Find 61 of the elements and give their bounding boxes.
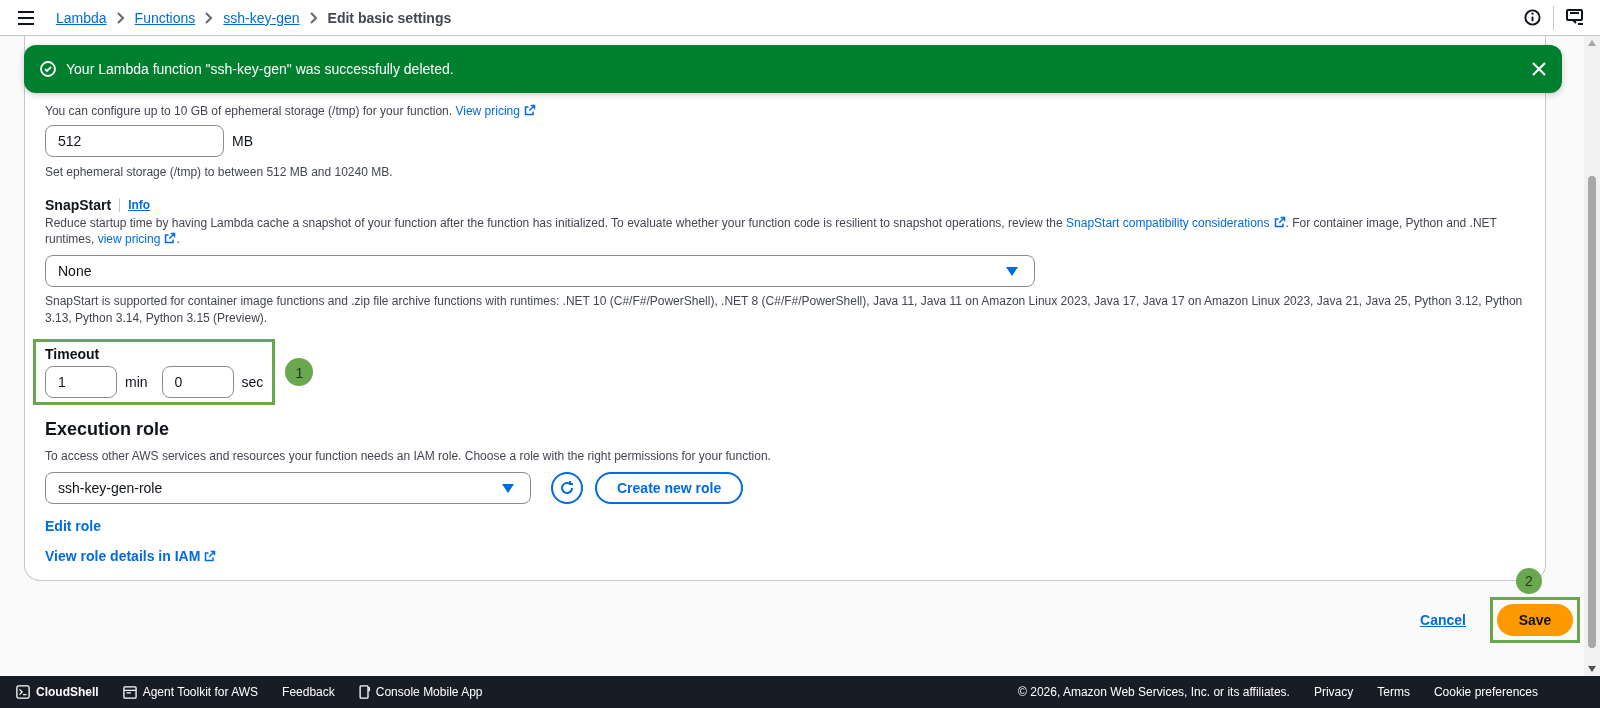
link[interactable]: view pricing (97, 232, 177, 246)
chevron-right-icon (309, 11, 318, 24)
external-link-icon (1273, 216, 1286, 228)
info-icon[interactable] (1524, 9, 1541, 26)
footer-link[interactable]: Cookie preferences (1433, 685, 1538, 699)
cancel-link[interactable]: Cancel (1420, 612, 1466, 628)
edit-role-link[interactable]: Edit role (45, 518, 101, 534)
link[interactable]: SnapStart compatibility considerations (1066, 216, 1286, 230)
step-badge: 1 (285, 358, 314, 386)
footer-link[interactable]: Feedback (282, 685, 335, 699)
save-button[interactable]: Save (1497, 604, 1573, 636)
unit-label: min (125, 374, 148, 390)
create-role-button[interactable]: Create new role (595, 472, 744, 504)
copyright-text: © 2026, Amazon Web Services, Inc. or its affiliates. (1018, 685, 1290, 699)
unit-label: sec (241, 374, 264, 390)
description: Reduce startup time by having Lambda cache a snapshot of your function after the function has initialized. To evaluate whether your function code is resilient to snapshot operations, review the SnapStart compatibility considerations . For container image, Python and .NET runtimes, view pricing . (45, 215, 1498, 247)
section-label: SnapStart (45, 197, 112, 213)
breadcrumb-link[interactable]: Functions (134, 9, 196, 26)
breadcrumb-link[interactable]: Lambda (56, 9, 107, 26)
description: To access other AWS services and resources your function needs an IAM role. Choose a role with the right permissions for your function. (45, 448, 772, 464)
banner-message: Your Lambda function "ssh-key-gen" was successfully deleted. (66, 61, 455, 77)
window-icon (122, 685, 137, 699)
caret-icon (1006, 266, 1018, 276)
footer-link[interactable]: Privacy (1313, 685, 1354, 699)
role-select[interactable]: ssh-key-gen-role (45, 472, 531, 504)
scroll-down-icon[interactable] (1588, 666, 1596, 672)
section-heading: Execution role (45, 419, 171, 440)
storage-input[interactable]: 512 (45, 125, 224, 157)
unit-label: MB (232, 133, 253, 149)
check-circle-icon (40, 61, 56, 77)
external-link-icon (523, 104, 536, 116)
support-note: SnapStart is supported for container image functions and .zip file archive functions with runtimes: .NET 10 (C#/F#/PowerShell), .NET 8 (C#/F#/PowerShell), Java 11, Java 11 on Amazon Linux 2023, Java 17, Java 17 on Amazon Linux 2023, Java 21, Java 25, Python 3.12, Python 3.13, Python 3.14, Python 3.15 (Preview). (45, 293, 1524, 327)
link[interactable]: View pricing (455, 104, 536, 118)
scrollbar[interactable] (1584, 36, 1600, 676)
footer-link[interactable]: Agent Toolkit for AWS (122, 685, 259, 699)
refresh-icon (559, 480, 575, 496)
screen-icon[interactable] (1566, 9, 1584, 26)
caret-icon (502, 483, 514, 493)
close-button[interactable] (1532, 62, 1546, 76)
info-link[interactable]: Info (119, 198, 151, 212)
snapstart-select[interactable]: None (45, 255, 1035, 287)
footer-link[interactable]: Terms (1377, 685, 1410, 699)
footer-link[interactable]: CloudShell (16, 685, 99, 699)
description: You can configure up to 10 GB of ephemeral storage (/tmp) for your function. View pricing (45, 103, 1525, 119)
seconds-input[interactable]: 0 (161, 366, 234, 398)
step-badge: 2 (1516, 568, 1542, 594)
refresh-button[interactable] (551, 472, 583, 504)
menu-icon[interactable] (18, 10, 34, 25)
hint-text: Set ephemeral storage (/tmp) to between 512 MB and 10240 MB. (45, 165, 394, 179)
external-link-icon (164, 232, 177, 244)
chevron-right-icon (116, 11, 125, 24)
breadcrumb-link[interactable]: ssh-key-gen (223, 9, 300, 26)
external-link-icon (204, 550, 217, 562)
chevron-right-icon (205, 11, 214, 24)
current-page-title: Edit basic settings (327, 9, 452, 26)
phone-icon (358, 685, 370, 699)
minutes-input[interactable]: 1 (45, 366, 117, 398)
footer-link[interactable]: Console Mobile App (358, 685, 483, 699)
terminal-icon (16, 685, 30, 699)
field-label: Timeout (45, 346, 101, 362)
role-details-link[interactable]: View role details in IAM (45, 548, 217, 564)
